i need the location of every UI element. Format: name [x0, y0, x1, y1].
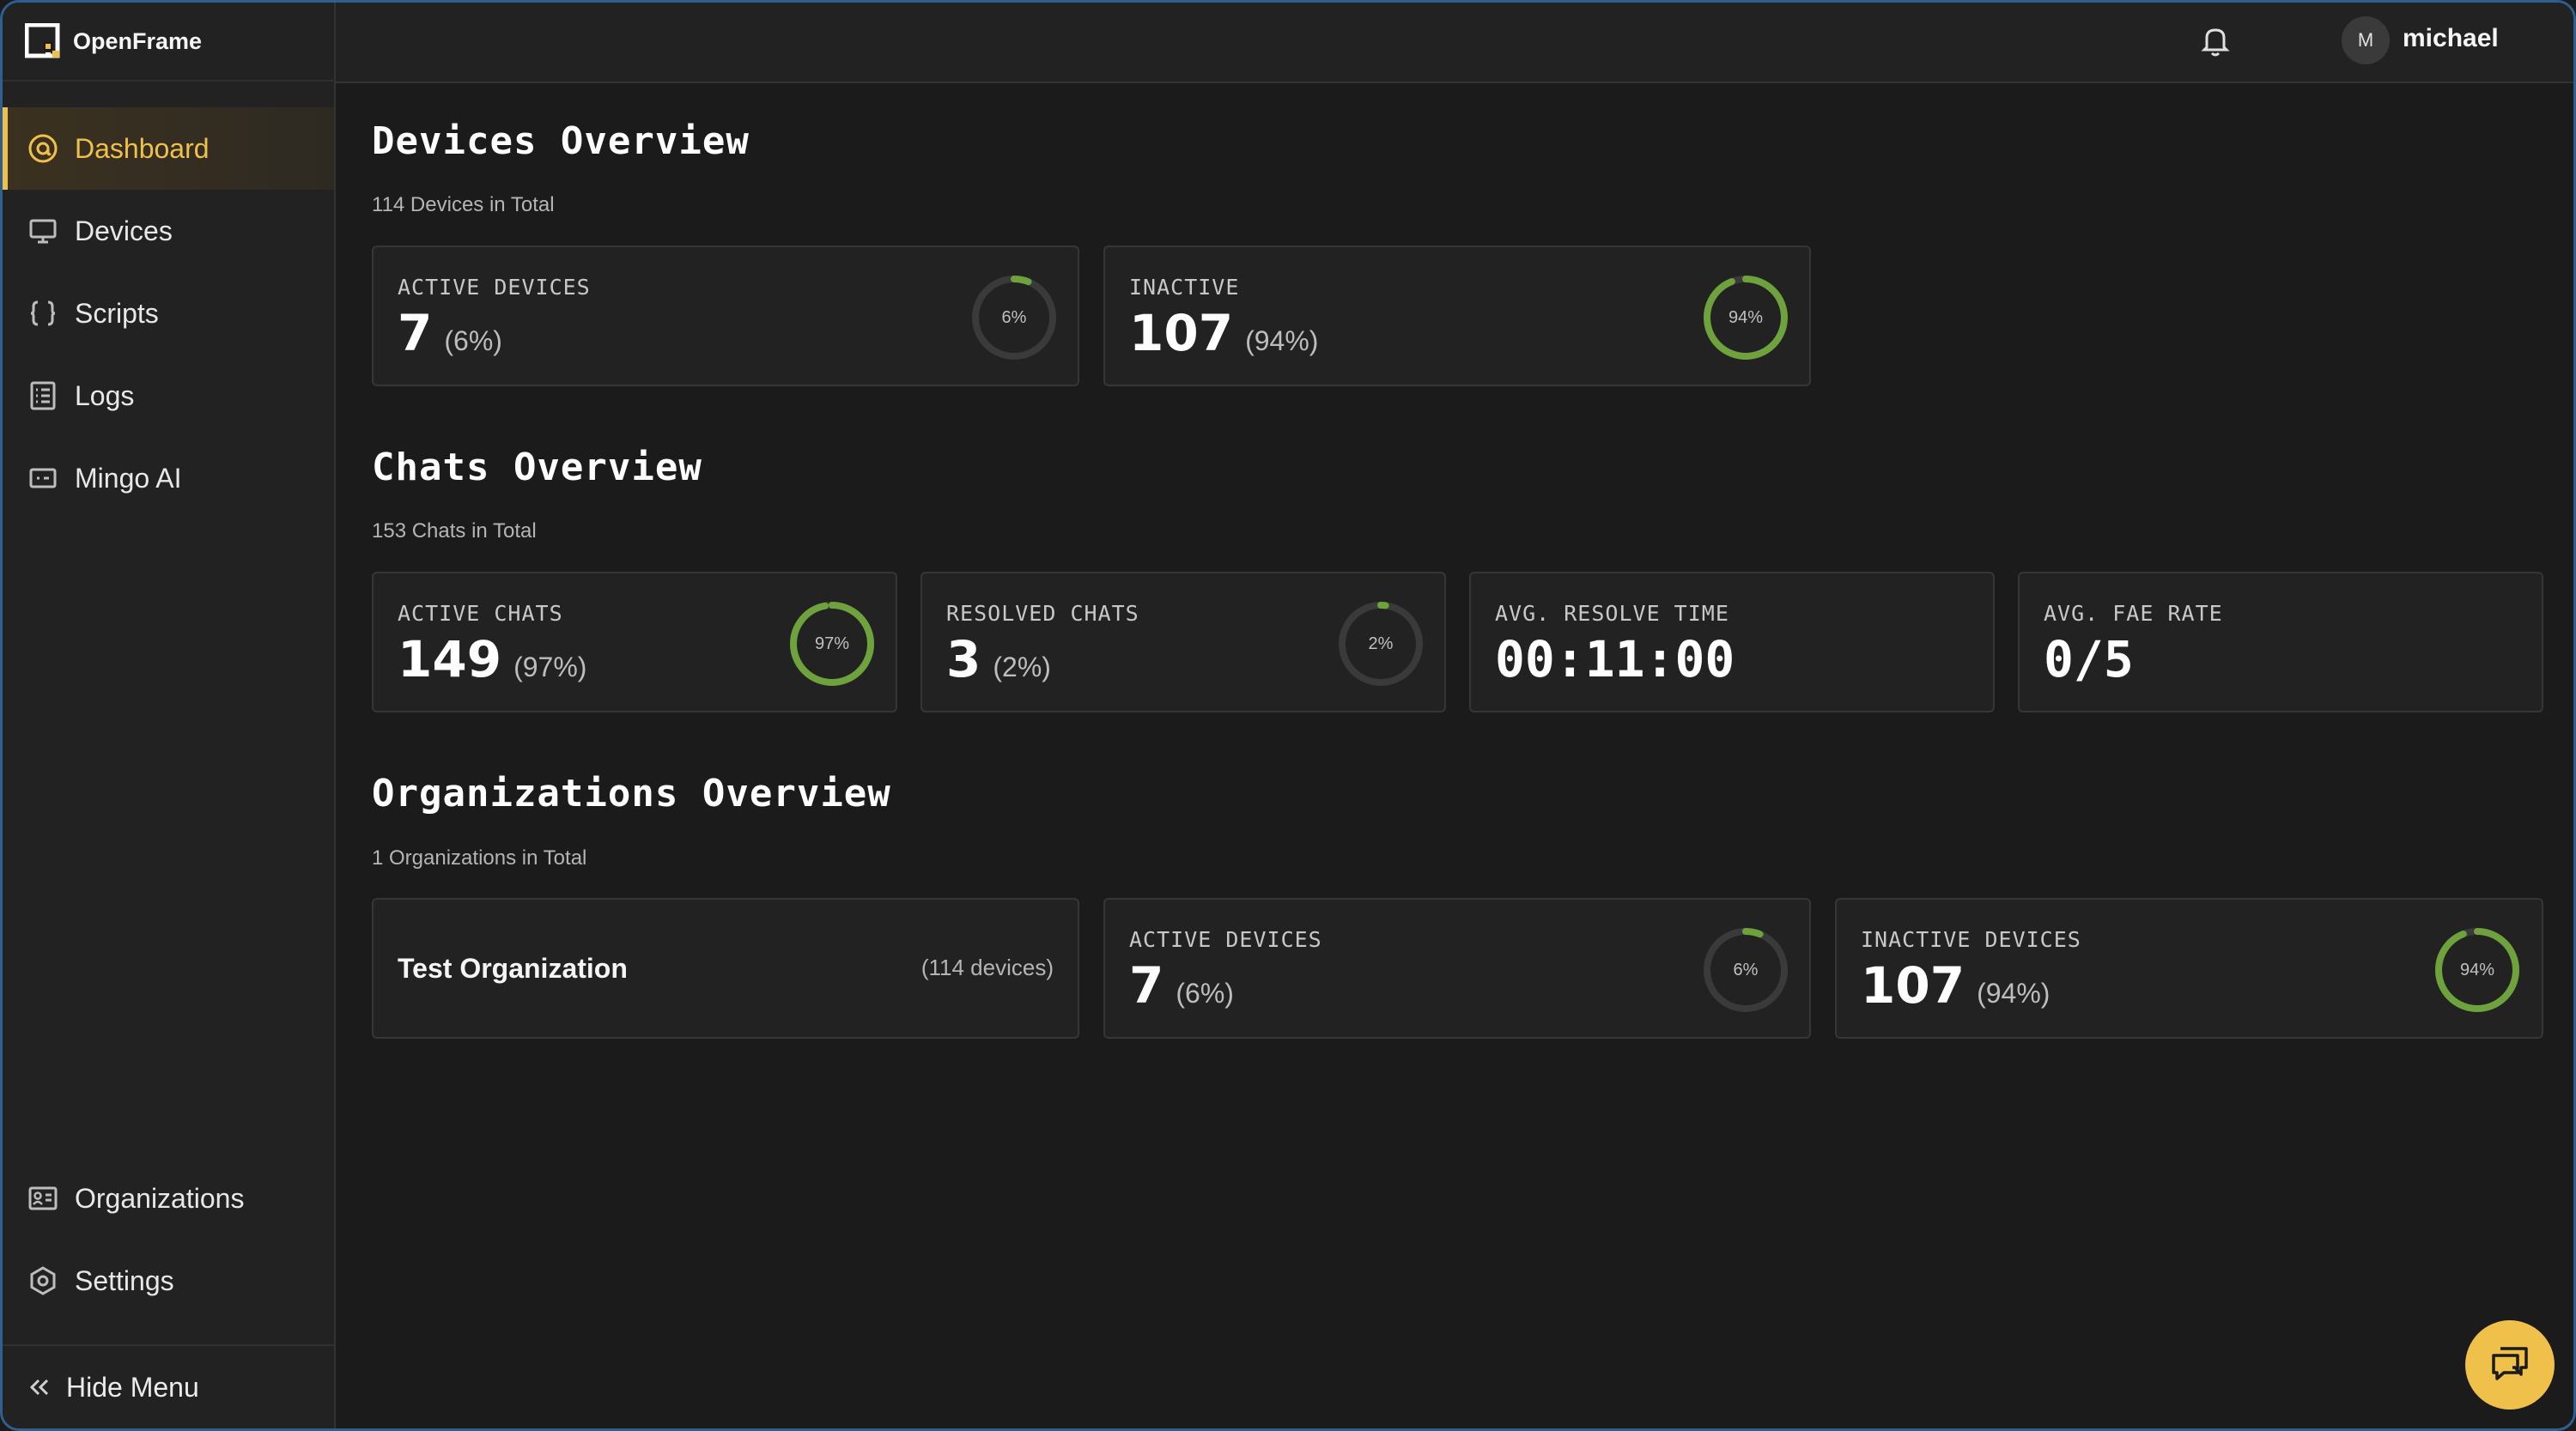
- metric-percent: (94%): [1977, 978, 2050, 1009]
- sidebar-item-devices[interactable]: Devices: [3, 190, 334, 272]
- avg-fae-rate-card[interactable]: AVG. FAE RATE 0/5: [2018, 572, 2543, 712]
- card-value: 00:11:00: [1495, 630, 1735, 688]
- metric-percent: (6%): [1176, 978, 1234, 1009]
- sidebar-item-organizations[interactable]: Organizations: [3, 1157, 334, 1240]
- sidebar-bottom-nav: Organizations Settings: [3, 1157, 334, 1322]
- metric-value: 107: [1861, 956, 1965, 1015]
- devices-total-subtitle: 114 Devices in Total: [372, 193, 555, 216]
- card-value: 149 (97%): [398, 630, 586, 688]
- organization-device-count: (114 devices): [920, 955, 1054, 980]
- chats-total-subtitle: 153 Chats in Total: [372, 519, 537, 543]
- metric-percent: (2%): [993, 652, 1051, 682]
- sidebar-item-settings[interactable]: Settings: [3, 1240, 334, 1322]
- card-label: ACTIVE CHATS: [398, 601, 563, 626]
- sidebar-item-label: Logs: [75, 379, 135, 411]
- double-chevron-left-icon: [27, 1371, 52, 1404]
- logs-icon: [27, 379, 59, 412]
- sidebar-item-label: Devices: [75, 215, 173, 246]
- hide-menu-label: Hide Menu: [66, 1371, 199, 1403]
- ring-label: 94%: [2459, 960, 2495, 979]
- progress-ring: 2%: [1336, 599, 1425, 688]
- orgs-overview-title: Organizations Overview: [372, 772, 891, 816]
- organization-card[interactable]: Test Organization (114 devices): [372, 898, 1079, 1039]
- progress-ring: 94%: [1701, 273, 1790, 362]
- monitor-icon: [27, 215, 59, 247]
- active-devices-card[interactable]: ACTIVE DEVICES 7 (6%) 6%: [372, 246, 1079, 386]
- ring-label: 2%: [1368, 634, 1394, 653]
- app-window: OpenFrame Dashboard Devices Scripts Logs…: [0, 0, 2576, 1431]
- braces-icon: [27, 297, 59, 330]
- ring-label: 94%: [1728, 307, 1764, 327]
- ring-label: 6%: [1001, 307, 1027, 327]
- org-active-devices-card[interactable]: ACTIVE DEVICES 7 (6%) 6%: [1103, 898, 1811, 1039]
- sidebar-item-dashboard[interactable]: Dashboard: [3, 107, 334, 190]
- card-label: INACTIVE DEVICES: [1861, 927, 2081, 952]
- sidebar-item-label: Dashboard: [75, 132, 210, 164]
- sidebar-item-label: Organizations: [75, 1182, 245, 1214]
- card-label: AVG. FAE RATE: [2044, 601, 2223, 626]
- metric-value: 0/5: [2044, 630, 2134, 688]
- card-value: 7 (6%): [398, 304, 502, 362]
- card-label: ACTIVE DEVICES: [1129, 927, 1322, 952]
- metric-percent: (94%): [1245, 325, 1319, 356]
- bell-icon[interactable]: [2196, 21, 2234, 59]
- metric-percent: (97%): [513, 652, 587, 682]
- card-label: RESOLVED CHATS: [946, 601, 1139, 626]
- card-value: 7 (6%): [1129, 956, 1234, 1015]
- active-chats-card[interactable]: ACTIVE CHATS 149 (97%) 97%: [372, 572, 897, 712]
- metric-value: 149: [398, 630, 502, 688]
- progress-ring: 6%: [969, 273, 1059, 362]
- sidebar-item-label: Mingo AI: [75, 462, 182, 494]
- metric-value: 00:11:00: [1495, 630, 1735, 688]
- chat-bubbles-icon: [2487, 1340, 2533, 1391]
- sidebar: OpenFrame Dashboard Devices Scripts Logs…: [3, 3, 336, 1428]
- progress-ring: 97%: [787, 599, 877, 688]
- org-inactive-devices-card[interactable]: INACTIVE DEVICES 107 (94%) 94%: [1835, 898, 2543, 1039]
- card-value: 107 (94%): [1129, 304, 1318, 362]
- top-header: [336, 3, 2573, 83]
- app-name: OpenFrame: [73, 27, 203, 54]
- ring-label: 6%: [1733, 960, 1759, 979]
- metric-value: 107: [1129, 304, 1234, 362]
- metric-value: 7: [398, 304, 433, 362]
- ring-label: 97%: [814, 634, 850, 653]
- devices-overview-title: Devices Overview: [372, 119, 750, 163]
- username[interactable]: michael: [2403, 24, 2499, 53]
- card-value: 107 (94%): [1861, 956, 2050, 1015]
- resolved-chats-card[interactable]: RESOLVED CHATS 3 (2%) 2%: [920, 572, 1446, 712]
- inactive-devices-card[interactable]: INACTIVE 107 (94%) 94%: [1103, 246, 1811, 386]
- orgs-total-subtitle: 1 Organizations in Total: [372, 846, 587, 870]
- id-card-icon: [27, 1182, 59, 1215]
- card-value: 0/5: [2044, 630, 2134, 688]
- chats-overview-title: Chats Overview: [372, 446, 702, 489]
- progress-ring: 94%: [2433, 925, 2522, 1015]
- card-label: AVG. RESOLVE TIME: [1495, 601, 1729, 626]
- sidebar-item-logs[interactable]: Logs: [3, 355, 334, 437]
- sidebar-item-mingo-ai[interactable]: Mingo AI: [3, 437, 334, 519]
- metric-value: 3: [946, 630, 981, 688]
- logo[interactable]: OpenFrame: [3, 3, 334, 82]
- dashboard-icon: [27, 132, 59, 165]
- ai-chat-icon: [27, 462, 59, 494]
- chat-support-button[interactable]: [2465, 1320, 2555, 1410]
- card-label: ACTIVE DEVICES: [398, 275, 591, 300]
- card-label: INACTIVE: [1129, 275, 1240, 300]
- avg-resolve-time-card[interactable]: AVG. RESOLVE TIME 00:11:00: [1469, 572, 1995, 712]
- sidebar-item-label: Settings: [75, 1264, 174, 1296]
- progress-ring: 6%: [1701, 925, 1790, 1015]
- organization-name: Test Organization: [398, 953, 628, 984]
- hide-menu-button[interactable]: Hide Menu: [3, 1344, 334, 1428]
- sidebar-nav: Dashboard Devices Scripts Logs Mingo AI: [3, 107, 334, 519]
- avatar[interactable]: M: [2342, 16, 2390, 64]
- openframe-logo-icon: [24, 22, 61, 59]
- metric-value: 7: [1129, 956, 1164, 1015]
- card-value: 3 (2%): [946, 630, 1051, 688]
- metric-percent: (6%): [444, 325, 502, 356]
- sidebar-item-scripts[interactable]: Scripts: [3, 272, 334, 355]
- gear-icon: [27, 1264, 59, 1297]
- sidebar-item-label: Scripts: [75, 297, 159, 329]
